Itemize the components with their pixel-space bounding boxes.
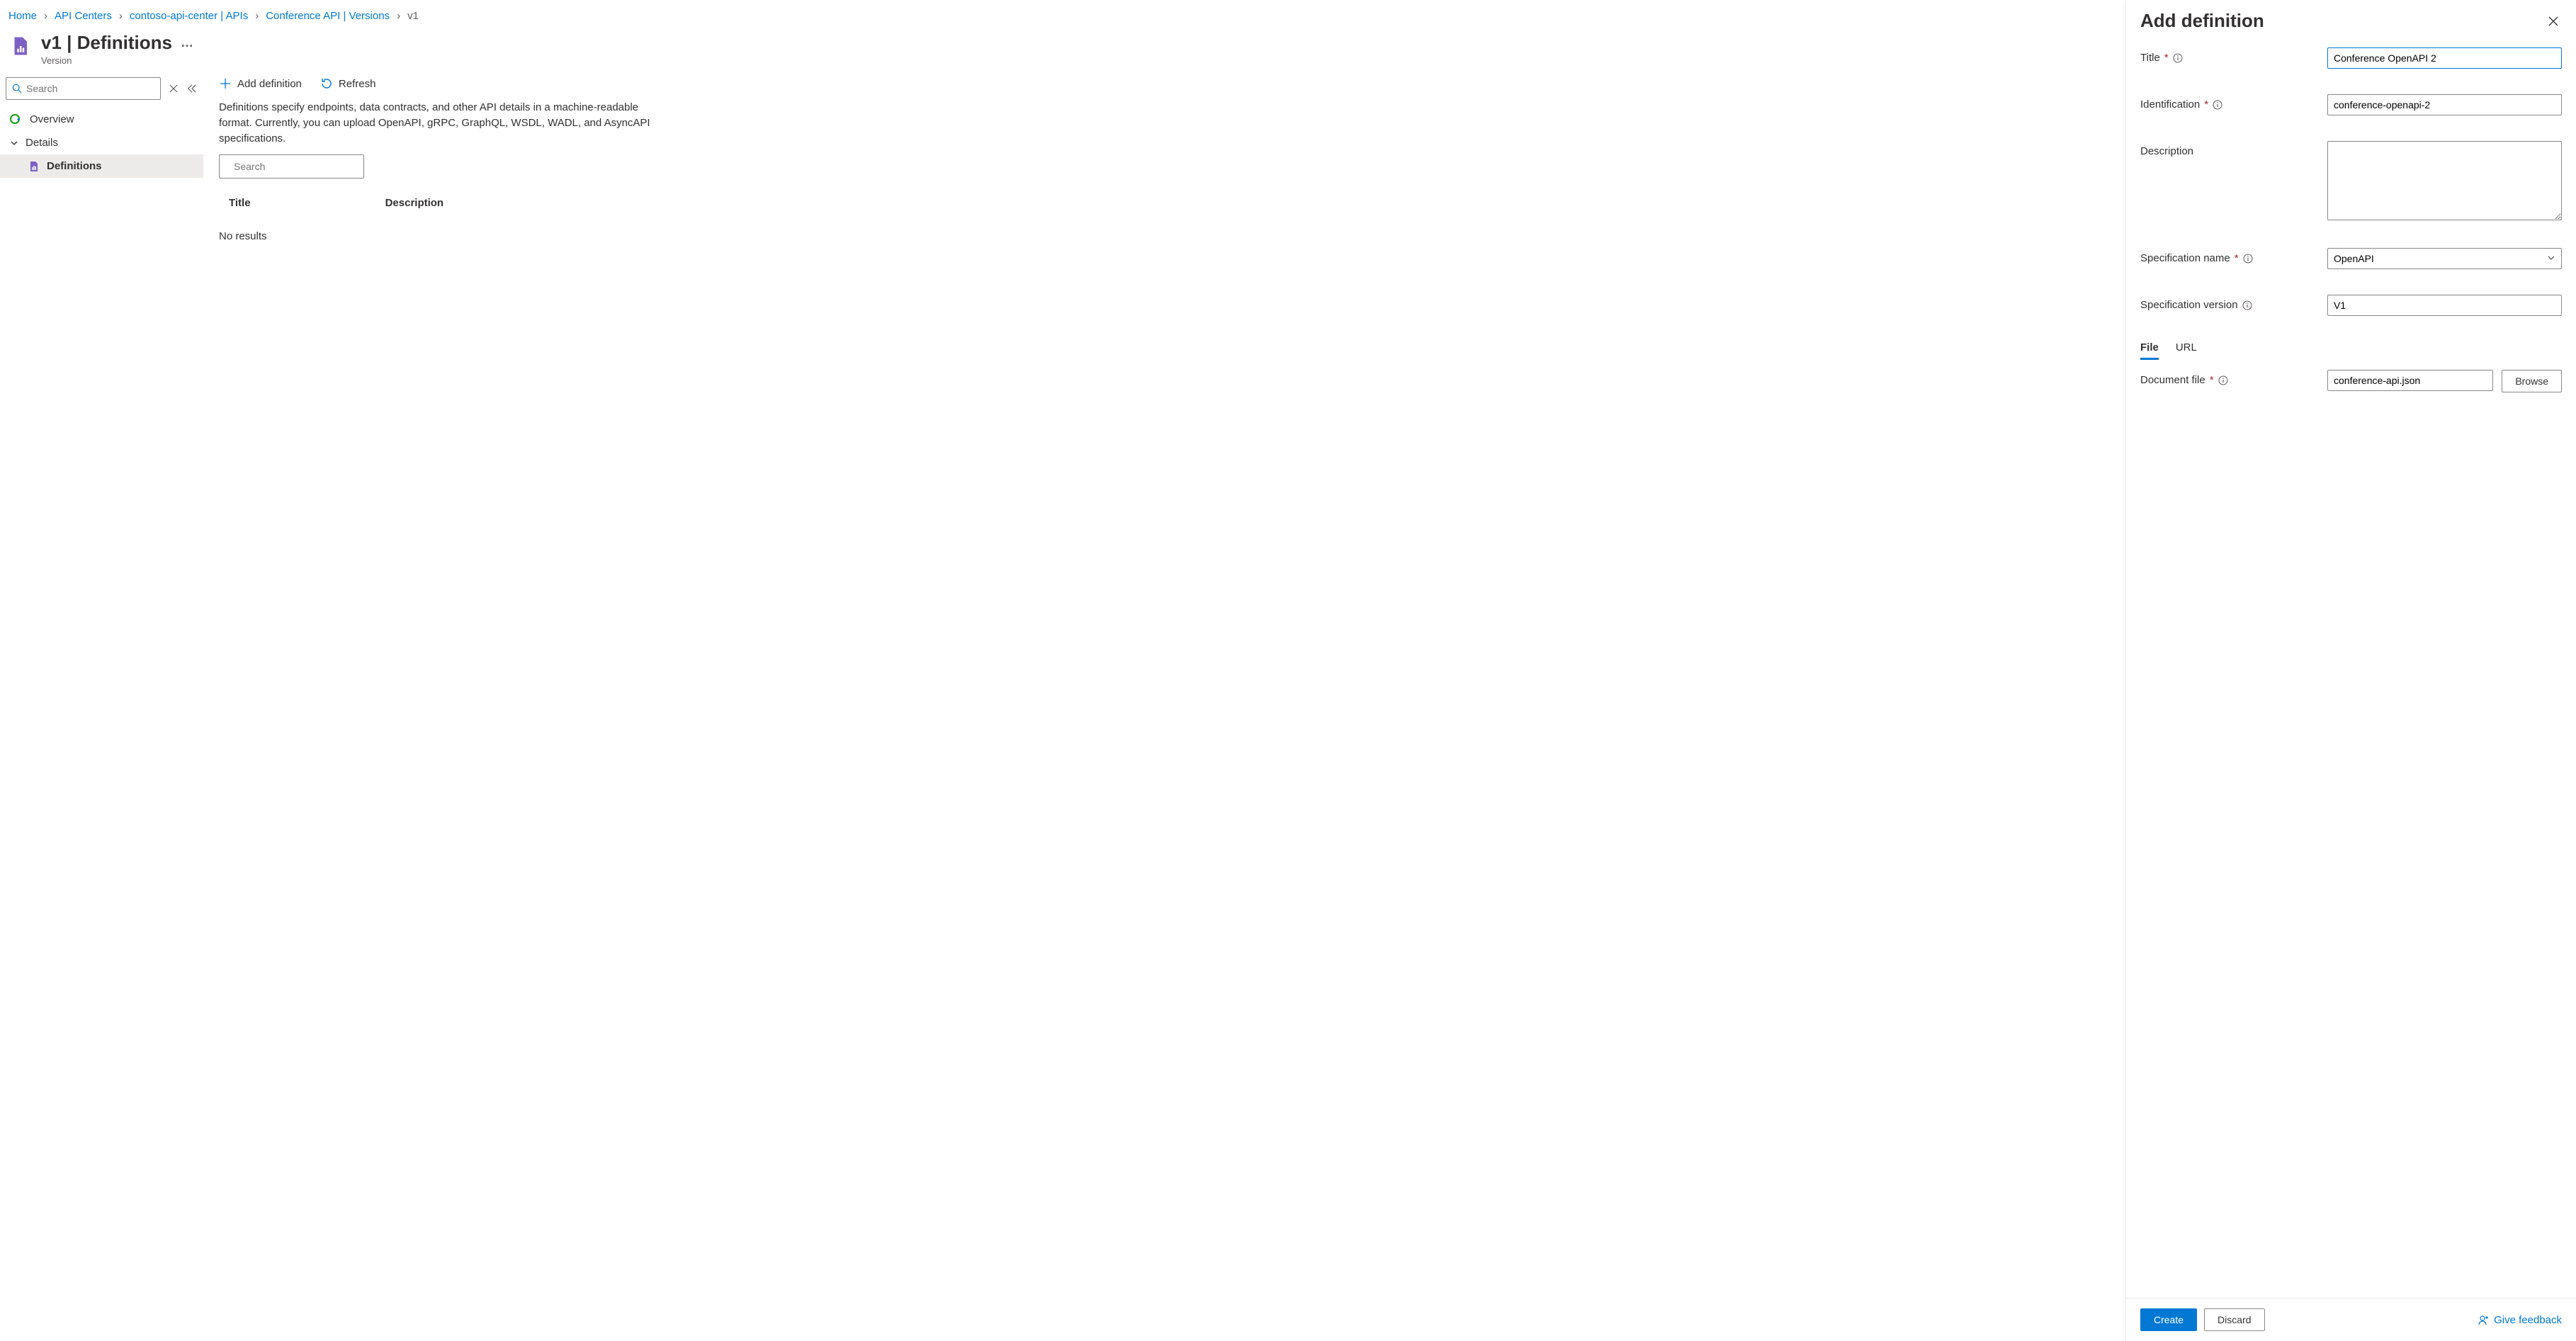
refresh-icon — [320, 77, 333, 90]
definitions-search[interactable] — [219, 154, 364, 179]
button-label: Refresh — [339, 78, 376, 90]
title-input[interactable] — [2327, 47, 2562, 69]
upload-tabs: File URL — [2140, 341, 2562, 360]
info-icon[interactable] — [2218, 375, 2228, 385]
definitions-search-input[interactable] — [227, 161, 362, 172]
identification-label: Identification — [2140, 98, 2200, 111]
identification-input[interactable] — [2327, 94, 2562, 115]
discard-button[interactable]: Discard — [2204, 1308, 2264, 1331]
chevron-right-icon: › — [397, 10, 400, 22]
title-label: Title — [2140, 52, 2160, 64]
info-icon[interactable] — [2242, 300, 2252, 310]
sidebar-item-overview[interactable]: Overview — [0, 107, 203, 131]
clear-search-button[interactable] — [168, 80, 179, 97]
spec-version-label: Specification version — [2140, 299, 2238, 311]
more-actions-button[interactable]: … — [181, 35, 193, 50]
required-indicator: * — [2235, 252, 2239, 264]
chevron-right-icon: › — [44, 10, 47, 22]
spec-name-label: Specification name — [2140, 252, 2230, 264]
description-input[interactable] — [2327, 141, 2562, 220]
breadcrumb-api-centers[interactable]: API Centers — [55, 10, 112, 22]
collapse-sidebar-button[interactable] — [186, 80, 198, 97]
panel-footer: Create Discard Give feedback — [2126, 1298, 2576, 1341]
info-icon[interactable] — [2213, 100, 2222, 110]
doc-file-input[interactable] — [2327, 370, 2493, 391]
search-icon — [12, 84, 22, 94]
page-subtitle: Version — [41, 55, 193, 66]
sidebar-item-label: Definitions — [47, 160, 102, 172]
close-icon — [2548, 16, 2559, 27]
chevron-right-icon: › — [119, 10, 123, 22]
give-feedback-link[interactable]: Give feedback — [2478, 1314, 2562, 1326]
sidebar-search-input[interactable] — [22, 83, 154, 94]
spec-version-input[interactable] — [2327, 295, 2562, 316]
col-title: Title — [229, 197, 251, 209]
description-text: Definitions specify endpoints, data cont… — [219, 100, 672, 146]
create-button[interactable]: Create — [2140, 1308, 2197, 1331]
add-definition-panel: Add definition Title * Identification * — [2125, 0, 2576, 1341]
chevron-double-left-icon — [187, 84, 197, 94]
description-label: Description — [2140, 145, 2193, 157]
refresh-button[interactable]: Refresh — [320, 77, 376, 90]
chevron-right-icon: › — [255, 10, 259, 22]
browse-button[interactable]: Browse — [2502, 370, 2562, 392]
doc-file-label: Document file — [2140, 374, 2205, 386]
spec-name-select[interactable] — [2327, 248, 2562, 269]
feedback-icon — [2478, 1314, 2490, 1325]
tab-file[interactable]: File — [2140, 341, 2159, 360]
sidebar-item-details[interactable]: Details — [0, 131, 203, 154]
overview-icon — [10, 113, 23, 125]
breadcrumb-home[interactable]: Home — [9, 10, 37, 22]
close-icon — [169, 84, 178, 93]
sidebar: Overview Details Definitions — [0, 74, 203, 255]
breadcrumb-api[interactable]: Conference API | Versions — [266, 10, 390, 22]
definitions-icon — [28, 161, 40, 172]
tab-url[interactable]: URL — [2176, 341, 2197, 360]
panel-title: Add definition — [2140, 10, 2264, 32]
required-indicator: * — [2210, 374, 2214, 386]
breadcrumb-center[interactable]: contoso-api-center | APIs — [130, 10, 248, 22]
col-description: Description — [385, 197, 444, 209]
breadcrumb-current: v1 — [407, 10, 419, 22]
sidebar-item-label: Details — [26, 137, 58, 149]
feedback-label: Give feedback — [2494, 1314, 2562, 1326]
page-title: v1 | Definitions — [41, 32, 172, 54]
required-indicator: * — [2204, 98, 2208, 111]
chevron-down-icon — [10, 139, 18, 147]
sidebar-item-definitions[interactable]: Definitions — [0, 154, 203, 178]
plus-icon — [219, 77, 232, 90]
sidebar-item-label: Overview — [30, 113, 74, 125]
button-label: Add definition — [237, 78, 302, 90]
info-icon[interactable] — [2173, 53, 2183, 63]
version-icon — [9, 35, 31, 57]
sidebar-search[interactable] — [6, 77, 161, 100]
add-definition-button[interactable]: Add definition — [219, 77, 302, 90]
info-icon[interactable] — [2243, 254, 2253, 264]
required-indicator: * — [2164, 52, 2169, 64]
close-panel-button[interactable] — [2545, 13, 2562, 30]
